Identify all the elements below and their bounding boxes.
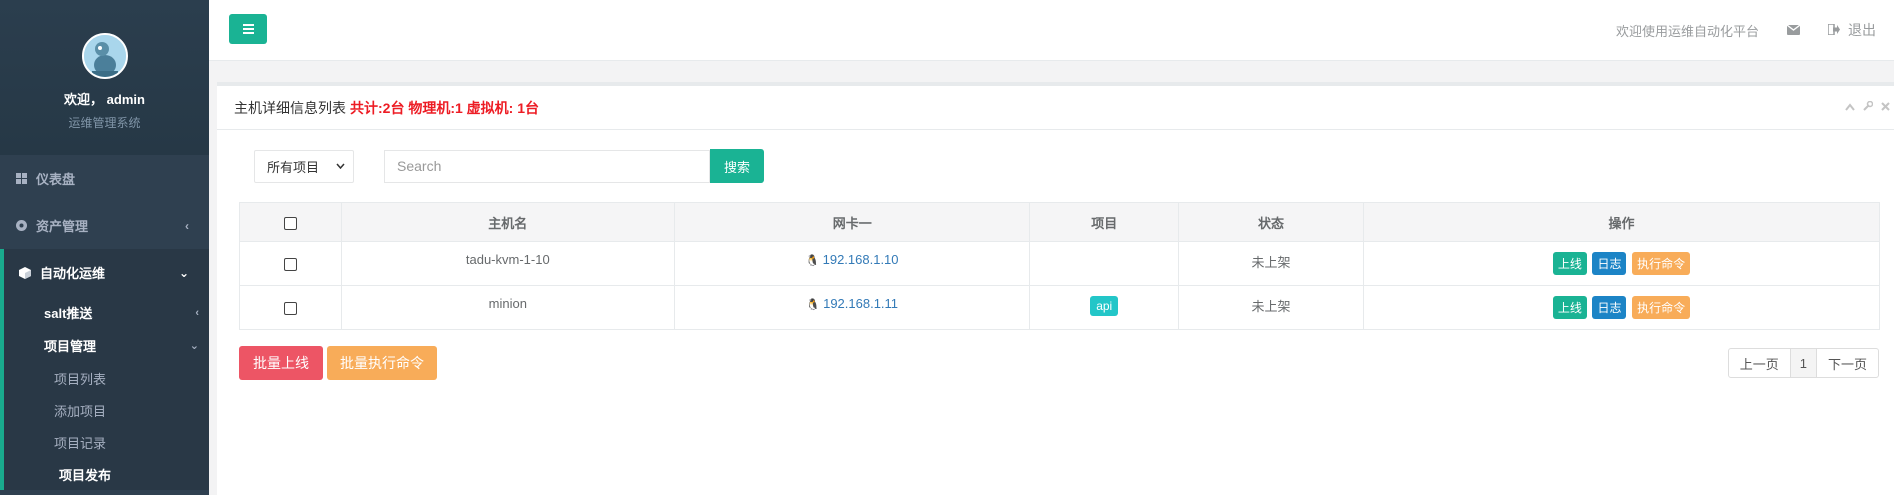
panel-header: 主机详细信息列表 共计:2台 物理机:1 虚拟机: 1台 (217, 86, 1894, 130)
nav-salt-push[interactable]: salt推送 ‹ (4, 296, 209, 329)
envelope-icon[interactable] (1786, 23, 1801, 38)
cube-icon (18, 266, 32, 280)
nav-project-mgmt[interactable]: 项目管理 ⌄ (4, 329, 209, 362)
nav-automation-label: 自动化运维 (40, 266, 106, 281)
exec-command-button[interactable]: 执行命令 (1632, 296, 1691, 319)
logout-label: 退出 (1848, 22, 1876, 38)
status-cell: 未上架 (1178, 241, 1364, 286)
search-input[interactable]: Search (384, 149, 710, 183)
bulk-actions: 批量上线 批量执行命令 (239, 346, 437, 380)
nav-add-project[interactable]: 添加项目 (4, 394, 209, 426)
nav-project-records[interactable]: 项目记录 (4, 426, 209, 458)
nav-dashboard-label: 仪表盘 (36, 172, 76, 187)
project-badge: api (1090, 296, 1119, 316)
online-button[interactable]: 上线 (1552, 252, 1587, 275)
welcome-text: 欢迎， admin (64, 92, 145, 107)
logout-link[interactable]: 退出 (1827, 20, 1876, 40)
linux-icon: 🐧 (806, 299, 821, 311)
col-project: 项目 (1029, 202, 1180, 242)
nav-project-mgmt-label: 项目管理 (44, 339, 97, 354)
chevron-left-icon: ‹ (185, 218, 189, 233)
nav-assets[interactable]: 资产管理 ‹ (0, 202, 209, 249)
ip-text: 192.168.1.10 (822, 252, 899, 267)
filter-bar: 所有项目 Search 搜索 (254, 149, 764, 183)
project-select[interactable]: 所有项目 (254, 149, 354, 183)
nav-project-release[interactable]: 项目发布 (4, 458, 209, 490)
online-button[interactable]: 上线 (1552, 296, 1587, 319)
actions-cell: 上线 日志 执行命令 (1362, 241, 1881, 286)
chevron-down-icon: ⌄ (189, 340, 199, 352)
chevron-down-icon (336, 161, 345, 172)
prev-page-button[interactable]: 上一页 (1729, 349, 1790, 377)
nav-dashboard[interactable]: 仪表盘 (0, 155, 209, 202)
linux-icon: 🐧 (805, 255, 820, 267)
wrench-icon[interactable] (1863, 100, 1874, 114)
profile-panel: 欢迎， admin 运维管理系统 (0, 0, 209, 155)
project-cell (1029, 241, 1180, 286)
chevron-down-icon: ⌄ (178, 265, 189, 280)
search-button[interactable]: 搜索 (710, 149, 764, 183)
collapse-icon[interactable] (1845, 100, 1855, 114)
ip-link[interactable]: 🐧 192.168.1.11 (806, 296, 898, 311)
select-all-checkbox[interactable] (283, 216, 297, 230)
row-checkbox[interactable] (283, 258, 297, 272)
hamburger-icon (242, 21, 254, 37)
project-cell: api (1029, 285, 1180, 330)
system-role: 运维管理系统 (68, 116, 141, 130)
nav-project-list[interactable]: 项目列表 (4, 362, 209, 394)
menu-toggle-button[interactable] (229, 14, 267, 44)
ip-cell: 🐧 192.168.1.10 (674, 241, 1031, 286)
actions-cell: 上线 日志 执行命令 (1362, 285, 1881, 330)
sign-out-icon (1827, 22, 1840, 38)
avatar[interactable] (81, 33, 128, 79)
table-header-row: 主机名 网卡一 项目 状态 操作 (239, 202, 1881, 242)
project-select-value: 所有项目 (267, 159, 320, 175)
top-navbar: 欢迎使用运维自动化平台 退出 (209, 0, 1894, 61)
top-right-area: 欢迎使用运维自动化平台 退出 (1616, 20, 1876, 40)
grid-icon (14, 172, 28, 186)
panel-tools (1845, 100, 1890, 114)
select-all-cell (239, 202, 342, 242)
table-row: minion 🐧 192.168.1.11 api 未上架 上线 日志 执行命令 (239, 285, 1881, 330)
col-nic1: 网卡一 (674, 202, 1031, 242)
nav-assets-label: 资产管理 (36, 219, 89, 234)
ip-cell: 🐧 192.168.1.11 (674, 285, 1031, 330)
ip-link[interactable]: 🐧 192.168.1.10 (806, 252, 899, 267)
nav-salt-push-label: salt推送 (44, 306, 93, 321)
log-button[interactable]: 日志 (1592, 296, 1627, 319)
exec-command-button[interactable]: 执行命令 (1632, 252, 1691, 275)
col-hostname: 主机名 (340, 202, 676, 242)
row-checkbox-cell (239, 285, 342, 330)
host-stats: 共计:2台 物理机:1 虚拟机: 1台 (350, 99, 540, 116)
row-checkbox-cell (239, 241, 342, 286)
close-icon[interactable] (1881, 100, 1890, 114)
rebel-icon (14, 219, 28, 233)
host-list-panel: 主机详细信息列表 共计:2台 物理机:1 虚拟机: 1台 所有项目 Search… (217, 82, 1894, 495)
col-actions: 操作 (1362, 202, 1881, 242)
hostname-cell: tadu-kvm-1-10 (340, 241, 676, 286)
ip-text: 192.168.1.11 (823, 296, 899, 311)
table-row: tadu-kvm-1-10 🐧 192.168.1.10 未上架 上线 日志 执行… (239, 241, 1881, 286)
chevron-left-icon: ‹ (195, 306, 199, 319)
nav-automation[interactable]: 自动化运维 ⌄ (0, 249, 209, 296)
col-status: 状态 (1178, 202, 1364, 242)
current-page[interactable]: 1 (1789, 349, 1816, 377)
log-button[interactable]: 日志 (1592, 252, 1627, 275)
pagination: 上一页 1 下一页 (1727, 348, 1879, 378)
row-checkbox[interactable] (283, 302, 297, 316)
bulk-online-button[interactable]: 批量上线 (239, 346, 323, 380)
sidebar: 欢迎， admin 运维管理系统 仪表盘 资产管理 ‹ 自动化运维 ⌄ salt… (0, 0, 209, 495)
bulk-exec-button[interactable]: 批量执行命令 (327, 346, 437, 380)
status-cell: 未上架 (1178, 285, 1364, 330)
hostname-cell: minion (340, 285, 676, 330)
automation-submenu: salt推送 ‹ 项目管理 ⌄ 项目列表 添加项目 项目记录 项目发布 (0, 296, 209, 490)
next-page-button[interactable]: 下一页 (1815, 349, 1878, 377)
platform-welcome: 欢迎使用运维自动化平台 (1615, 23, 1759, 39)
panel-title: 主机详细信息列表 (234, 99, 346, 116)
host-table: 主机名 网卡一 项目 状态 操作 tadu-kvm-1-10 🐧 192.168.… (239, 202, 1881, 330)
